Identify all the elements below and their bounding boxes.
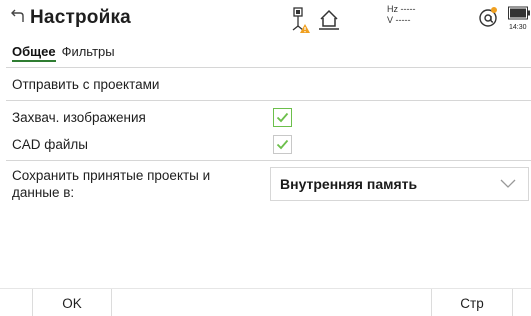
cad-files-label: CAD файлы bbox=[12, 137, 88, 152]
hz-v-readout: Hz ----- V ----- bbox=[387, 4, 416, 26]
clock: 14:30 bbox=[509, 24, 527, 31]
capture-images-label: Захвач. изображения bbox=[12, 110, 146, 125]
save-location-value: Внутренняя память bbox=[280, 176, 418, 192]
checkmark-icon bbox=[276, 139, 289, 150]
divider bbox=[6, 100, 531, 101]
save-location-label: Сохранить принятые проекты и данные в: bbox=[12, 167, 210, 201]
at-connection-icon[interactable] bbox=[476, 5, 500, 29]
capture-images-checkbox[interactable] bbox=[273, 108, 292, 127]
save-location-label-line2: данные в: bbox=[12, 185, 75, 200]
page-button[interactable]: Стр bbox=[432, 289, 512, 316]
softkey-bar: OK Стр bbox=[0, 288, 531, 316]
tab-bar: Общее Фильтры bbox=[12, 44, 115, 62]
v-readout: V ----- bbox=[387, 15, 411, 25]
chevron-down-icon bbox=[500, 179, 516, 188]
softkey-separator bbox=[512, 289, 513, 316]
tab-filters[interactable]: Фильтры bbox=[62, 44, 115, 59]
title-bar: Настройка Hz ----- V ----- 14:30 bbox=[0, 0, 531, 38]
ok-button[interactable]: OK bbox=[33, 289, 111, 316]
divider bbox=[6, 67, 531, 68]
tab-general[interactable]: Общее bbox=[12, 44, 56, 62]
page-title: Настройка bbox=[30, 7, 131, 28]
back-arrow-icon[interactable] bbox=[8, 8, 26, 26]
cad-files-checkbox[interactable] bbox=[273, 135, 292, 154]
home-icon[interactable] bbox=[317, 7, 341, 31]
gnss-warning-icon[interactable] bbox=[286, 6, 312, 34]
divider bbox=[6, 160, 531, 161]
battery-icon bbox=[508, 6, 530, 20]
send-with-projects-label: Отправить с проектами bbox=[12, 77, 160, 92]
softkey-separator bbox=[111, 289, 112, 316]
hz-readout: Hz ----- bbox=[387, 4, 416, 14]
save-location-select[interactable]: Внутренняя память bbox=[270, 167, 529, 201]
checkmark-icon bbox=[276, 112, 289, 123]
save-location-label-line1: Сохранить принятые проекты и bbox=[12, 168, 211, 183]
